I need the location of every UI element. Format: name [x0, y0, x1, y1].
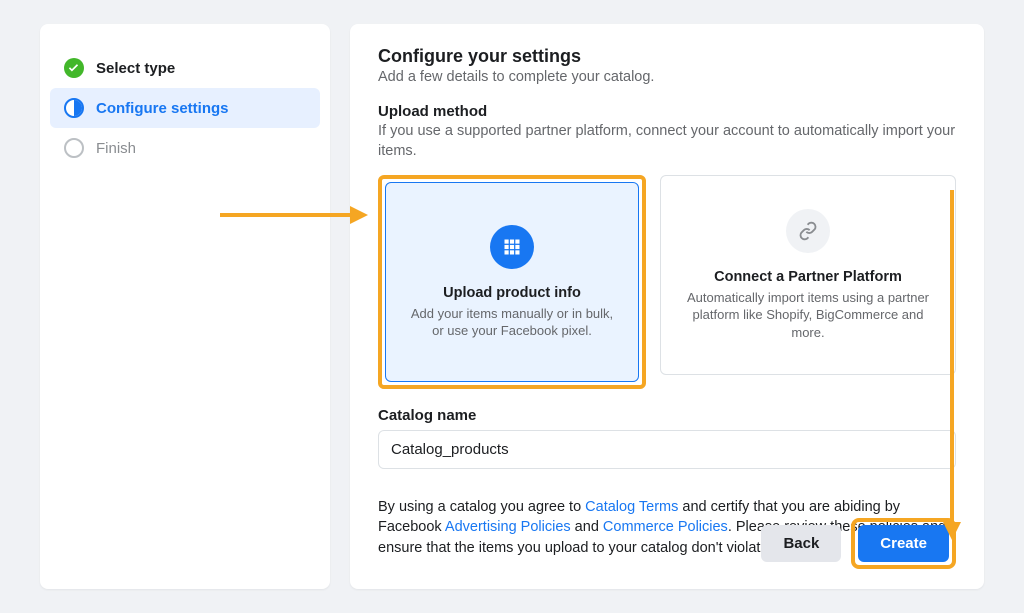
option-title: Upload product info	[443, 285, 581, 301]
grid-icon	[490, 225, 534, 269]
option-connect-partner-platform[interactable]: Connect a Partner Platform Automatically…	[660, 175, 956, 375]
link-icon	[786, 209, 830, 253]
half-circle-icon	[64, 98, 84, 118]
wizard-sidebar: Select type Configure settings Finish	[40, 24, 330, 589]
option-title: Connect a Partner Platform	[714, 269, 902, 285]
check-icon	[64, 58, 84, 78]
page-subtitle: Add a few details to complete your catal…	[378, 69, 956, 85]
catalog-name-input[interactable]	[378, 430, 956, 469]
upload-method-label: Upload method	[378, 103, 956, 120]
upload-method-hint: If you use a supported partner platform,…	[378, 122, 956, 161]
step-label: Select type	[96, 60, 175, 77]
empty-circle-icon	[64, 138, 84, 158]
step-label: Configure settings	[96, 100, 229, 117]
create-button[interactable]: Create	[858, 525, 949, 562]
highlight-box-create-button: Create	[851, 518, 956, 569]
step-label: Finish	[96, 140, 136, 157]
step-finish[interactable]: Finish	[50, 128, 320, 168]
link-advertising-policies[interactable]: Advertising Policies	[445, 519, 571, 535]
option-desc: Add your items manually or in bulk, or u…	[406, 305, 618, 340]
highlight-box-upload-option: Upload product info Add your items manua…	[378, 175, 646, 389]
step-select-type[interactable]: Select type	[50, 48, 320, 88]
back-button[interactable]: Back	[761, 525, 841, 562]
main-panel: Configure your settings Add a few detail…	[350, 24, 984, 589]
link-commerce-policies[interactable]: Commerce Policies	[603, 519, 728, 535]
step-configure-settings[interactable]: Configure settings	[50, 88, 320, 128]
page-title: Configure your settings	[378, 46, 956, 67]
option-upload-product-info[interactable]: Upload product info Add your items manua…	[385, 182, 639, 382]
link-catalog-terms[interactable]: Catalog Terms	[585, 499, 678, 515]
catalog-name-label: Catalog name	[378, 407, 956, 424]
option-desc: Automatically import items using a partn…	[681, 289, 935, 342]
